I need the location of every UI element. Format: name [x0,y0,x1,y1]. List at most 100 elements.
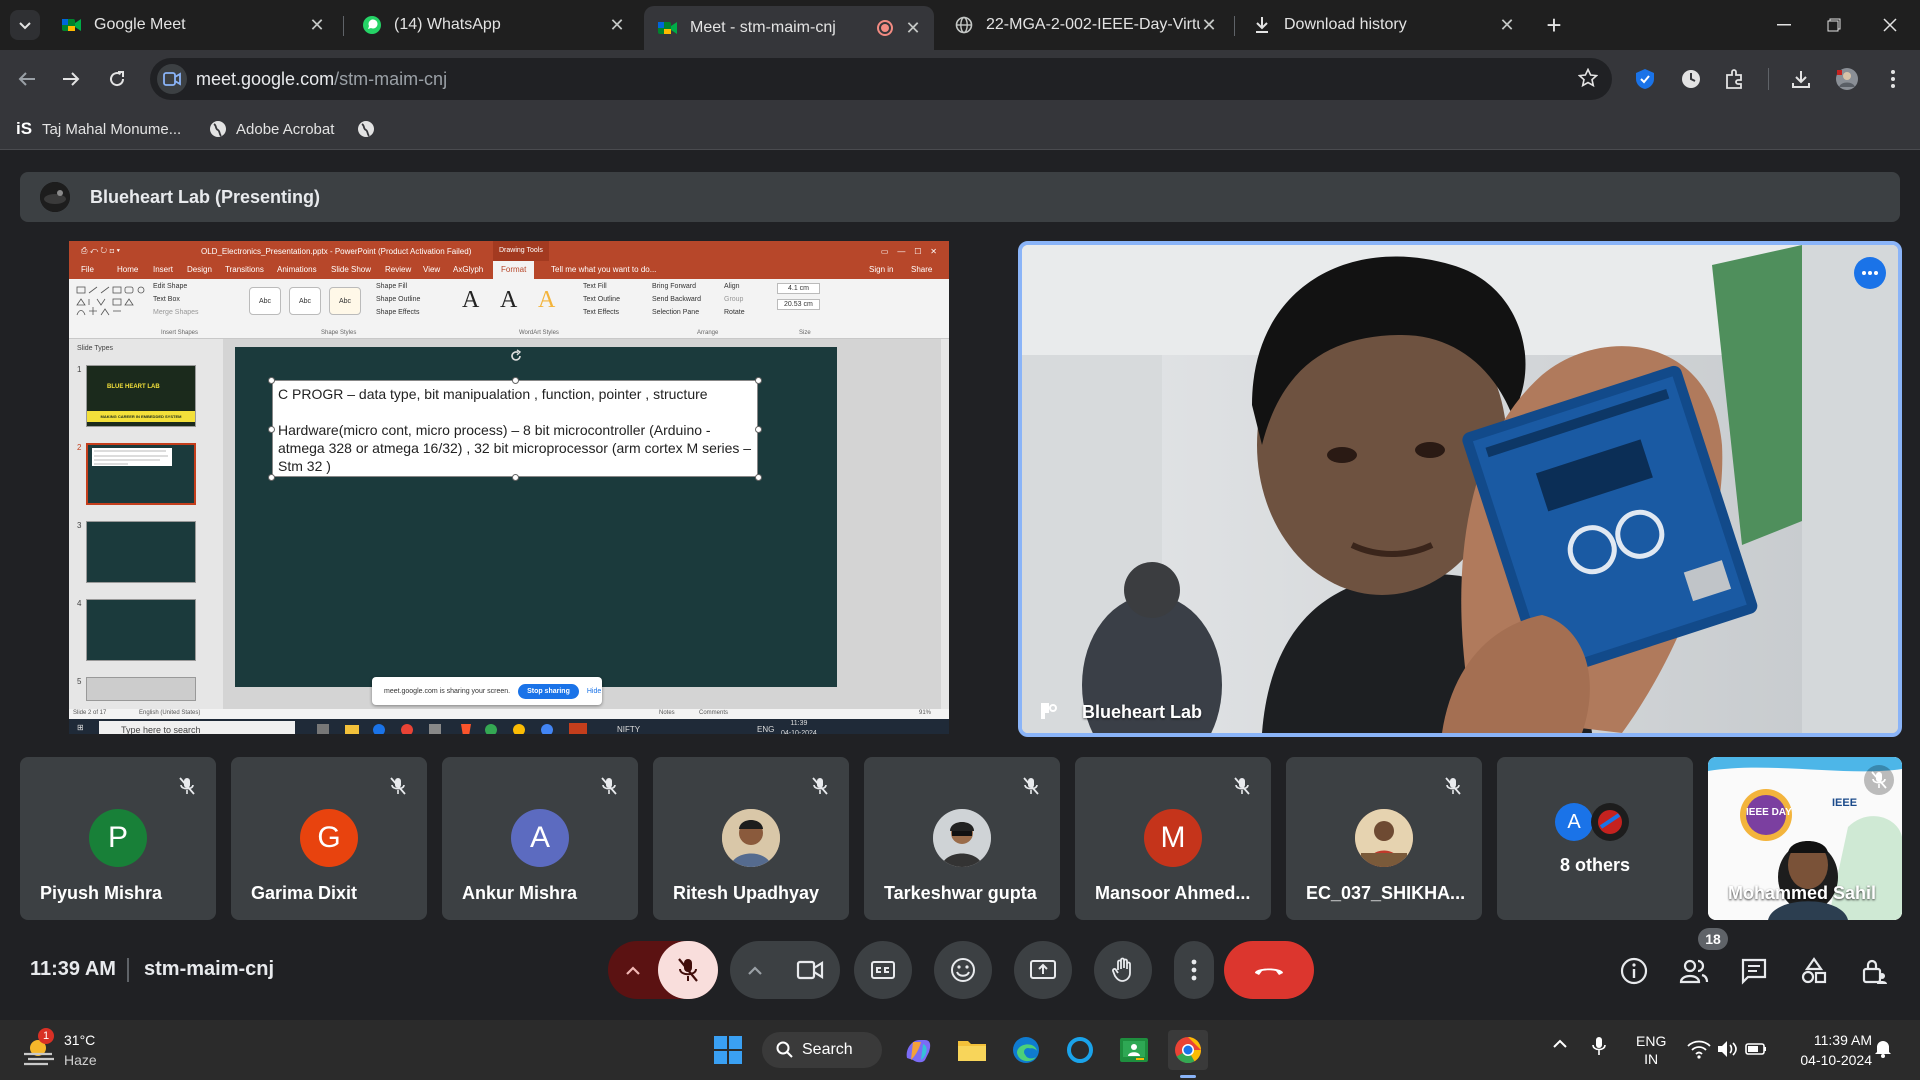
slide-text-box[interactable]: C PROGR – data type, bit manipualation ,… [272,380,758,477]
participant-tile[interactable]: IEEE DAY IEEE Mohammed Sahil [1708,757,1902,920]
file-explorer-app[interactable] [952,1030,992,1070]
restore-button[interactable] [1810,8,1858,42]
ribbon-tab[interactable]: Design [187,265,212,274]
taskbar-search[interactable]: Search [762,1032,882,1068]
start-button[interactable] [708,1030,748,1070]
tab-google-meet[interactable]: Google Meet ✕ [48,7,338,43]
ribbon-tab[interactable]: Home [117,265,138,274]
ribbon-tab[interactable]: View [423,265,440,274]
share-link[interactable]: Share [911,265,932,274]
chat-button[interactable] [1736,953,1772,989]
chrome-app-active[interactable] [1168,1030,1208,1078]
bookmark-star-button[interactable] [1578,68,1598,88]
leave-call-button[interactable] [1224,941,1314,999]
slide-thumbnail-1[interactable]: BLUE HEART LAB MAKING CAREER IN EMBEDDED… [86,365,196,427]
participant-tile[interactable]: Ritesh Upadhyay [653,757,849,920]
copilot-app[interactable] [898,1030,938,1070]
participant-tile[interactable]: G Garima Dixit [231,757,427,920]
microphone-tray-icon[interactable] [1592,1036,1606,1056]
ribbon-tab[interactable]: File [81,265,94,274]
address-bar[interactable]: meet.google.com/stm-maim-cnj [150,58,1612,100]
more-options-button[interactable] [1854,257,1886,289]
host-controls-button[interactable] [1856,953,1892,989]
edge-app[interactable] [1006,1030,1046,1070]
stop-sharing-button[interactable]: Stop sharing [518,683,579,699]
tab-whatsapp[interactable]: (14) WhatsApp ✕ [348,7,638,43]
resize-handle[interactable] [755,426,762,433]
ribbon-button[interactable]: Rotate [724,309,745,316]
site-info-button[interactable] [157,64,187,94]
close-icon[interactable]: ✕ [1200,16,1218,34]
audio-options-button[interactable] [608,941,658,999]
downloads-button[interactable] [1786,64,1816,94]
comments-toggle[interactable]: Comments [699,710,728,716]
resize-handle[interactable] [512,474,519,481]
language-indicator[interactable]: ENG IN [1636,1032,1666,1068]
close-window-button[interactable] [1866,8,1914,42]
reactions-button[interactable] [934,941,992,999]
bookmark-adobe-acrobat[interactable]: Adobe Acrobat [208,116,334,142]
ribbon-button[interactable]: Edit Shape [153,283,187,290]
weather-widget[interactable]: 1 31°C Haze [22,1028,142,1072]
notifications-button[interactable] [1874,1038,1892,1058]
ribbon-button[interactable]: Shape Fill [376,283,407,290]
slide-thumbnail-3[interactable] [86,521,196,583]
resize-handle[interactable] [268,474,275,481]
present-screen-button[interactable] [1014,941,1072,999]
new-tab-button[interactable]: + [1540,12,1568,40]
resize-handle[interactable] [268,377,275,384]
activities-button[interactable] [1796,953,1832,989]
chrome-menu-button[interactable] [1878,64,1908,94]
profile-avatar[interactable] [1832,64,1862,94]
bookmark-taj-mahal[interactable]: iS Taj Mahal Monume... [14,116,181,142]
camera-toggle-button[interactable] [780,941,840,999]
system-clock[interactable]: 11:39 AM 04-10-2024 [1782,1030,1872,1070]
resize-handle[interactable] [755,377,762,384]
ribbon-tab[interactable]: Review [385,265,411,274]
ribbon-button[interactable]: Text Effects [583,309,619,316]
ribbon-button[interactable]: Selection Pane [652,309,699,316]
minimize-button[interactable] [1760,8,1808,42]
ribbon-button[interactable]: Send Backward [652,296,701,303]
rotate-handle-icon[interactable] [509,349,523,363]
ribbon-button[interactable]: Shape Outline [376,296,420,303]
ribbon-button[interactable]: Shape Effects [376,309,419,316]
show-hidden-icons-button[interactable] [1552,1038,1568,1048]
resize-handle[interactable] [268,426,275,433]
width-field[interactable]: 20.53 cm [777,299,820,310]
meeting-details-button[interactable] [1616,953,1652,989]
ribbon-button[interactable]: Align [724,283,740,290]
ribbon-tab[interactable]: Animations [277,265,317,274]
slide-thumbnail-5[interactable] [86,677,196,701]
ribbon-tab[interactable]: Slide Show [331,265,371,274]
more-options-button[interactable] [1174,941,1214,999]
participant-tile[interactable]: EC_037_SHIKHA... [1286,757,1482,920]
extensions-button[interactable] [1720,64,1750,94]
participant-tile[interactable]: A Ankur Mishra [442,757,638,920]
zoom-level[interactable]: 91% [919,710,931,716]
tell-me-box[interactable]: Tell me what you want to do... [551,265,656,274]
ribbon-tab[interactable]: Insert [153,265,173,274]
close-icon[interactable]: ✕ [1498,16,1516,34]
resize-handle[interactable] [512,377,519,384]
close-icon[interactable]: ✕ [608,16,626,34]
others-tile[interactable]: A 8 others [1497,757,1693,920]
system-tray-icons[interactable] [1686,1038,1770,1060]
tab-search-button[interactable] [10,10,40,40]
close-icon[interactable]: ✕ [308,16,326,34]
shape-style-3[interactable]: Abc [329,287,361,315]
video-options-button[interactable] [730,941,780,999]
hide-notice-link[interactable]: Hide [587,688,601,695]
ribbon-button[interactable]: Bring Forward [652,283,696,290]
ribbon-button[interactable]: Merge Shapes [153,309,199,316]
slide-thumbnail-4[interactable] [86,599,196,661]
resize-handle[interactable] [755,474,762,481]
participant-tile[interactable]: Tarkeshwar gupta [864,757,1060,920]
ribbon-button[interactable]: Text Box [153,296,180,303]
ribbon-button[interactable]: Text Fill [583,283,607,290]
wordart-style-2[interactable]: A [500,287,517,314]
tab-download-history[interactable]: Download history ✕ [1238,7,1528,43]
slide-scrollbar[interactable] [941,339,949,709]
participant-tile[interactable]: P Piyush Mishra [20,757,216,920]
ribbon-tab[interactable]: Transitions [225,265,264,274]
